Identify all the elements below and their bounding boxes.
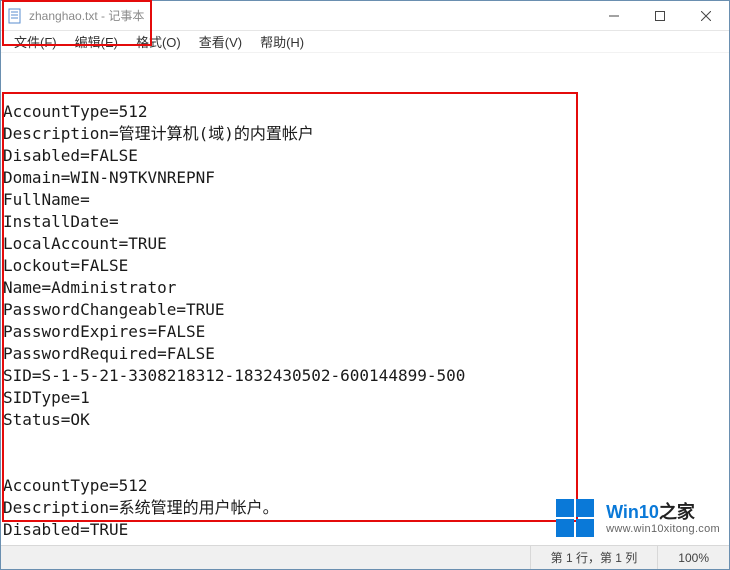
status-zoom: 100% <box>657 546 729 569</box>
menu-view[interactable]: 查看(V) <box>190 30 251 53</box>
editor-area: AccountType=512 Description=管理计算机(域)的内置帐… <box>1 53 729 545</box>
statusbar: 第 1 行，第 1 列 100% <box>1 545 729 569</box>
notepad-window: zhanghao.txt - 记事本 文件(F) 编辑(E) 格式(O) 查看(… <box>0 0 730 570</box>
menu-file[interactable]: 文件(F) <box>5 30 66 53</box>
maximize-button[interactable] <box>637 1 683 30</box>
window-controls <box>591 1 729 30</box>
watermark: Win10之家 www.win10xitong.com <box>550 496 726 542</box>
window-title: zhanghao.txt - 记事本 <box>29 7 591 24</box>
menu-edit[interactable]: 编辑(E) <box>66 30 127 53</box>
notepad-icon <box>7 8 23 24</box>
close-button[interactable] <box>683 1 729 30</box>
menu-format[interactable]: 格式(O) <box>127 30 190 53</box>
watermark-text: Win10之家 www.win10xitong.com <box>606 502 720 535</box>
watermark-brand-sub: 之家 <box>659 502 695 522</box>
watermark-brand-main: Win10 <box>606 502 659 522</box>
status-cursor: 第 1 行，第 1 列 <box>530 546 658 569</box>
menu-help[interactable]: 帮助(H) <box>251 30 313 53</box>
text-editor[interactable]: AccountType=512 Description=管理计算机(域)的内置帐… <box>1 53 729 545</box>
titlebar[interactable]: zhanghao.txt - 记事本 <box>1 1 729 31</box>
watermark-url: www.win10xitong.com <box>606 523 720 536</box>
menubar: 文件(F) 编辑(E) 格式(O) 查看(V) 帮助(H) <box>1 31 729 53</box>
minimize-button[interactable] <box>591 1 637 30</box>
windows-logo-icon <box>556 499 596 539</box>
